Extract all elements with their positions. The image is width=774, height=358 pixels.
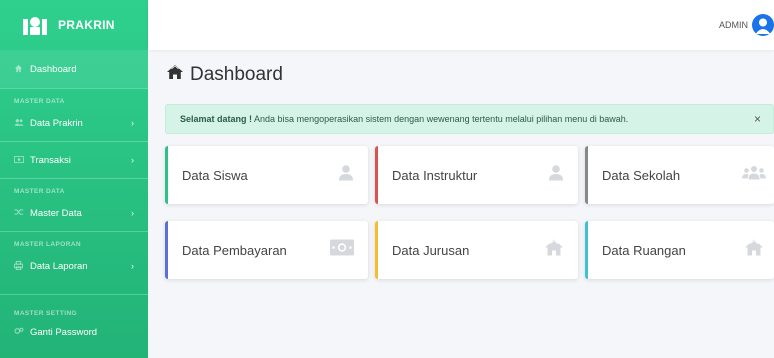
card-data-instruktur[interactable]: Data Instruktur (375, 146, 578, 204)
card-label: Data Instruktur (392, 167, 478, 183)
user-avatar-icon (752, 14, 774, 36)
sidebar-item-label: Data Laporan (30, 260, 88, 272)
user-menu[interactable]: ADMIN (719, 14, 774, 36)
chevron-right-icon: › (131, 118, 134, 128)
brand-name: PRAKRIN (58, 18, 115, 32)
user-icon (548, 165, 564, 186)
card-data-siswa[interactable]: Data Siswa (165, 146, 368, 204)
sidebar-heading: MASTER SETTING (14, 310, 78, 317)
card-data-sekolah[interactable]: Data Sekolah (585, 146, 774, 204)
sidebar-item-data-laporan[interactable]: Data Laporan › (0, 248, 148, 284)
gears-icon (14, 327, 26, 337)
money-icon (14, 155, 26, 165)
card-data-ruangan[interactable]: Data Ruangan (585, 221, 774, 279)
card-data-jurusan[interactable]: Data Jurusan (375, 221, 578, 279)
user-name: ADMIN (719, 20, 748, 30)
topbar: ADMIN (148, 0, 774, 50)
home-icon (544, 239, 564, 262)
sidebar-heading: MASTER DATA (14, 98, 65, 105)
sidebar-item-label: Ganti Password (30, 326, 98, 338)
chevron-right-icon: › (131, 208, 134, 218)
sidebar-item-label: Data Prakrin (30, 117, 83, 129)
close-icon[interactable]: × (754, 112, 761, 126)
sidebar-item-transaksi[interactable]: Transaksi › (0, 142, 148, 178)
card-label: Data Pembayaran (182, 242, 287, 258)
users-icon (742, 166, 766, 185)
card-label: Data Siswa (182, 167, 248, 183)
money-bill-icon (330, 239, 354, 261)
shuffle-icon (14, 208, 26, 218)
sidebar-item-label: Dashboard (30, 63, 77, 75)
sidebar: PRAKRIN Dashboard MASTER DATA Data Prakr… (0, 0, 148, 358)
sidebar-item-master-data[interactable]: Master Data › (0, 195, 148, 231)
home-icon (14, 64, 26, 75)
sidebar-item-dashboard[interactable]: Dashboard (0, 50, 148, 88)
alert-bold: Selamat datang ! (180, 114, 253, 124)
alert-message: Selamat datang ! Anda bisa mengoperasika… (180, 114, 628, 124)
users-icon (14, 118, 26, 128)
sidebar-item-label: Transaksi (30, 154, 71, 166)
sidebar-heading: MASTER LAPORAN (14, 241, 81, 248)
sidebar-item-ganti-password[interactable]: Ganti Password (0, 317, 148, 347)
chevron-right-icon: › (131, 261, 134, 271)
brand-logo-icon (22, 14, 48, 36)
brand[interactable]: PRAKRIN (0, 0, 148, 50)
sidebar-item-data-prakrin[interactable]: Data Prakrin › (0, 105, 148, 141)
sidebar-item-label: Master Data (30, 207, 82, 219)
card-data-pembayaran[interactable]: Data Pembayaran (165, 221, 368, 279)
card-label: Data Jurusan (392, 242, 470, 258)
card-label: Data Ruangan (602, 242, 686, 258)
home-icon (744, 239, 764, 262)
home-icon (166, 64, 184, 86)
card-label: Data Sekolah (602, 167, 681, 183)
print-icon (14, 260, 26, 272)
page-title-text: Dashboard (190, 64, 283, 85)
welcome-alert: Selamat datang ! Anda bisa mengoperasika… (165, 104, 774, 134)
page-title: Dashboard (166, 64, 283, 86)
sidebar-heading: MASTER DATA (14, 188, 65, 195)
alert-body: Anda bisa mengoperasikan sistem dengan w… (252, 114, 629, 124)
user-icon (338, 165, 354, 186)
chevron-right-icon: › (131, 155, 134, 165)
